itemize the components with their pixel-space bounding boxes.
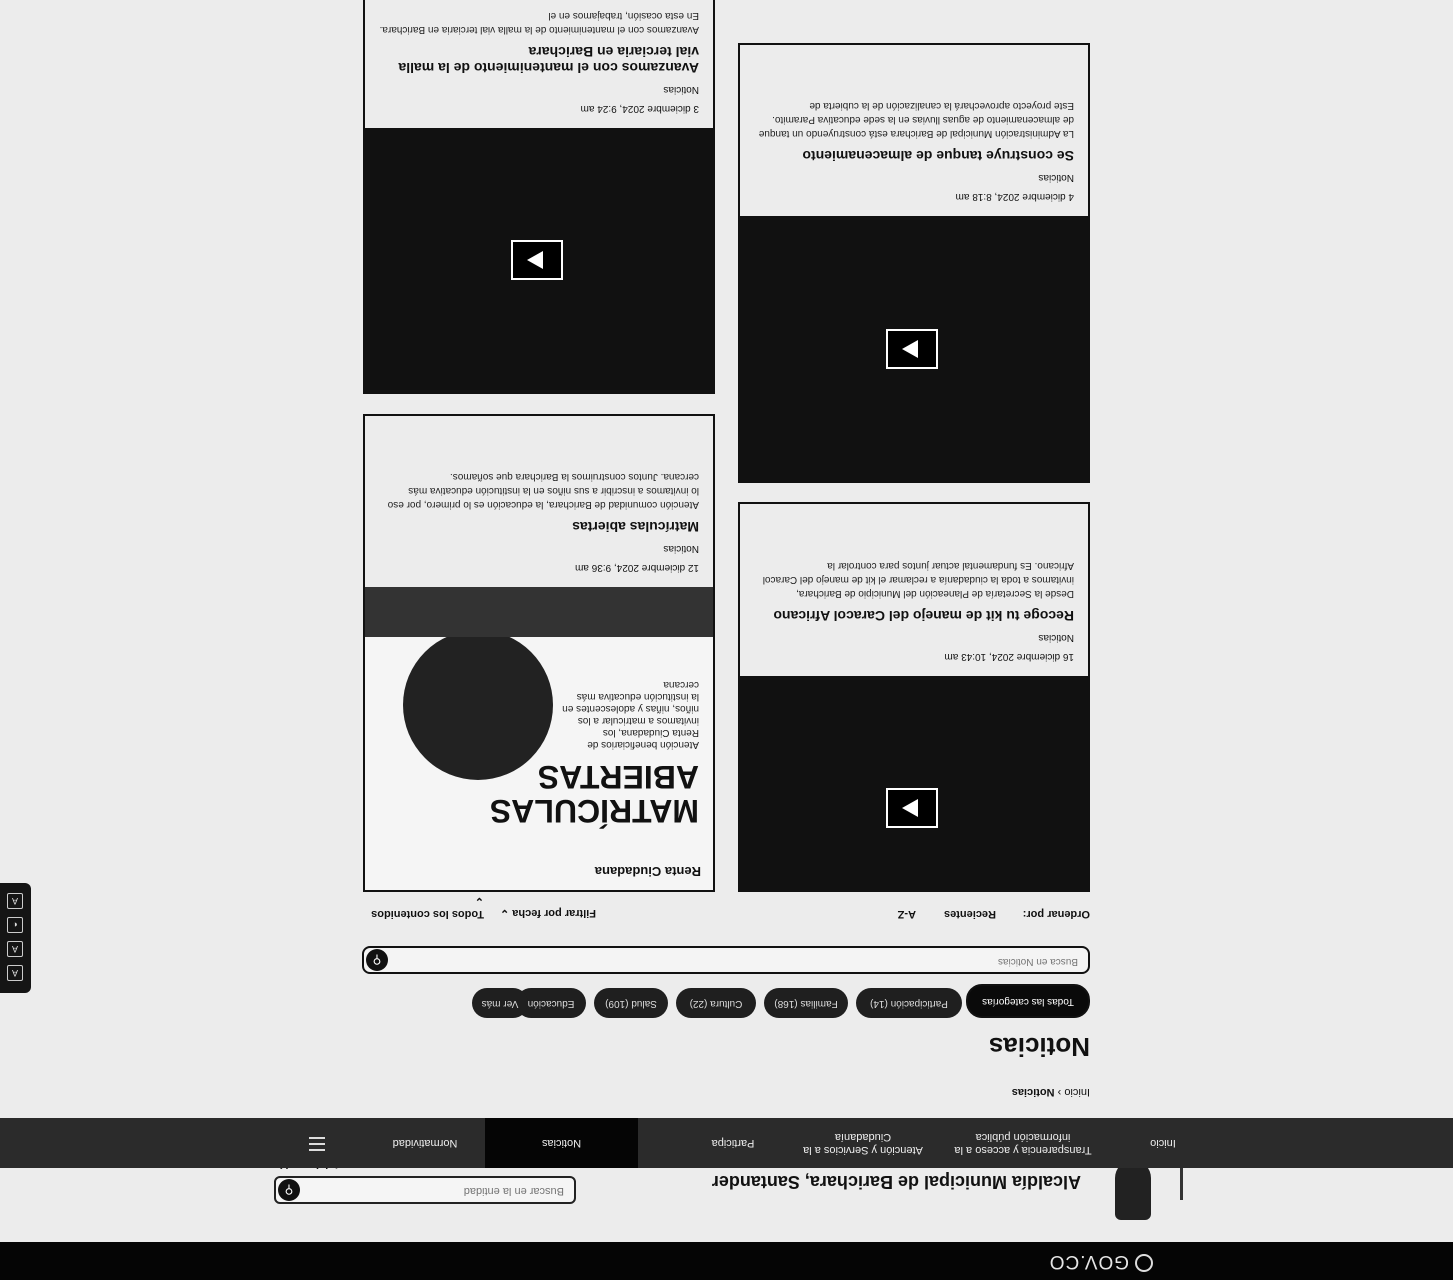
news-card[interactable]: Renta Ciudadana MATRÍCULAS ABIERTAS Aten… [363, 414, 715, 892]
site-title[interactable]: Alcaldía Municipal de Barichara, Santand… [712, 1171, 1081, 1192]
nav-item-atencion[interactable]: Atención y Servicios a la Ciudadanía [793, 1118, 933, 1168]
category-familias[interactable]: Familias (168) [764, 988, 848, 1018]
news-image[interactable]: Renta Ciudadana MATRÍCULAS ABIERTAS Aten… [365, 587, 713, 890]
news-category[interactable]: Noticias [754, 632, 1074, 643]
poster-body: Atención beneficiarios de Renta Ciudadan… [562, 679, 699, 750]
gov-co-logo[interactable]: GOV.CO [1049, 1250, 1153, 1272]
search-icon[interactable]: ⚲ [366, 949, 388, 971]
news-card[interactable]: 3 diciembre 2024, 9:24 am Noticias Avanz… [363, 0, 715, 394]
nav-item-transparencia[interactable]: Transparencia y acceso a la información … [953, 1118, 1093, 1168]
nav-item-inicio[interactable]: Inicio [1133, 1118, 1193, 1168]
category-all[interactable]: Todas las categorías [966, 984, 1090, 1018]
gov-bar: GOV.CO [0, 1242, 1453, 1280]
news-category[interactable]: Noticias [379, 543, 699, 554]
sort-filter-bar: Ordenar por: Recientes A-Z Filtrar por f… [362, 895, 1090, 920]
news-date: 16 diciembre 2024, 10:43 am [944, 651, 1074, 662]
news-title[interactable]: Recoge tu kit de manejo del Caracol Afri… [754, 608, 1074, 624]
news-date: 4 diciembre 2024, 8:18 am [955, 191, 1074, 202]
news-search-input[interactable] [476, 955, 1080, 968]
main-nav: Inicio Transparencia y acceso a la infor… [0, 1118, 1453, 1168]
category-participacion[interactable]: Participación (14) [856, 988, 962, 1018]
accessibility-toolbar: A A ◐ A [0, 883, 31, 993]
breadcrumb-separator: › [1057, 1086, 1062, 1098]
news-date: 12 diciembre 2024, 9:36 am [575, 562, 699, 573]
category-ver-mas[interactable]: Ver más [472, 988, 528, 1018]
poster-photo [403, 630, 553, 780]
news-category[interactable]: Noticias [754, 172, 1074, 183]
chevron-down-icon: ⌄ [474, 895, 484, 907]
contrast-icon[interactable]: A [7, 965, 23, 981]
nav-item-participa[interactable]: Participa [693, 1118, 773, 1168]
sort-recientes[interactable]: Recientes [944, 908, 996, 920]
play-icon[interactable] [511, 240, 563, 280]
site-search-box: ⚲ [274, 1176, 576, 1204]
matriculas-poster: Renta Ciudadana MATRÍCULAS ABIERTAS Aten… [365, 587, 713, 890]
play-icon[interactable] [886, 788, 938, 828]
news-search-box: ⚲ [362, 946, 1090, 974]
text-smaller-icon[interactable]: A [7, 941, 23, 957]
news-category[interactable]: Noticias [379, 84, 699, 95]
gov-co-text: GOV.CO [1048, 1251, 1129, 1272]
news-excerpt: Avanzamos con el mantenimiento de la mal… [379, 10, 699, 35]
news-excerpt: Atención comunidad de Barichara, la educ… [387, 471, 699, 510]
sort-label: Ordenar por: [1022, 908, 1090, 920]
menu-icon[interactable] [309, 1137, 325, 1151]
play-icon[interactable] [886, 329, 938, 369]
accessibility-icon[interactable]: A [7, 893, 23, 909]
poster-footer-strip [365, 587, 713, 637]
category-cultura[interactable]: Cultura (22) [676, 988, 756, 1018]
poster-headline: MATRÍCULAS ABIERTAS [489, 759, 699, 829]
category-salud[interactable]: Salud (109) [594, 988, 668, 1018]
news-title[interactable]: Avanzamos con el mantenimiento de la mal… [379, 44, 699, 76]
breadcrumb: Inicio › Noticias [1012, 1086, 1090, 1098]
news-excerpt: Desde la Secretaría de Planeación del Mu… [762, 560, 1074, 599]
breadcrumb-home[interactable]: Inicio [1064, 1086, 1090, 1098]
filter-date[interactable]: Filtrar por fecha ⌄ [500, 907, 596, 920]
news-card[interactable]: 16 diciembre 2024, 10:43 am Noticias Rec… [738, 502, 1090, 892]
news-title[interactable]: Se construye tanque de almacenamiento [754, 148, 1074, 164]
sort-a-z[interactable]: A-Z [898, 908, 916, 920]
nav-item-normatividad[interactable]: Normatividad [365, 1118, 485, 1168]
news-card[interactable]: 4 diciembre 2024, 8:18 am Noticias Se co… [738, 43, 1090, 483]
filter-date-label: Filtrar por fecha [512, 907, 596, 919]
site-header: Alcaldía Municipal de Barichara, Santand… [0, 1158, 1453, 1242]
page-title: Noticias [988, 1032, 1090, 1062]
filter-content[interactable]: Todos los contenidos ⌄ [362, 895, 484, 920]
news-date: 3 diciembre 2024, 9:24 am [580, 103, 699, 114]
site-search-input[interactable] [322, 1184, 566, 1198]
category-filters: Todas las categorías Participación (14) … [470, 984, 1090, 1018]
text-larger-icon[interactable]: ◐ [7, 917, 23, 933]
breadcrumb-current: Noticias [1011, 1086, 1055, 1098]
news-video-thumbnail[interactable] [740, 676, 1088, 890]
gov-co-icon [1135, 1254, 1153, 1272]
news-excerpt: La Administración Municipal de Barichara… [758, 100, 1074, 139]
search-icon[interactable]: ⚲ [278, 1179, 300, 1201]
filter-content-label: Todos los contenidos [371, 908, 484, 920]
nav-item-noticias[interactable]: Noticias [485, 1118, 638, 1168]
news-title[interactable]: Matrículas abiertas [379, 519, 699, 535]
poster-logo: Renta Ciudadana [594, 864, 701, 879]
news-video-thumbnail[interactable] [365, 128, 713, 392]
municipal-crest-logo[interactable] [1115, 1160, 1151, 1220]
chevron-down-icon: ⌄ [499, 907, 510, 919]
news-video-thumbnail[interactable] [740, 216, 1088, 481]
